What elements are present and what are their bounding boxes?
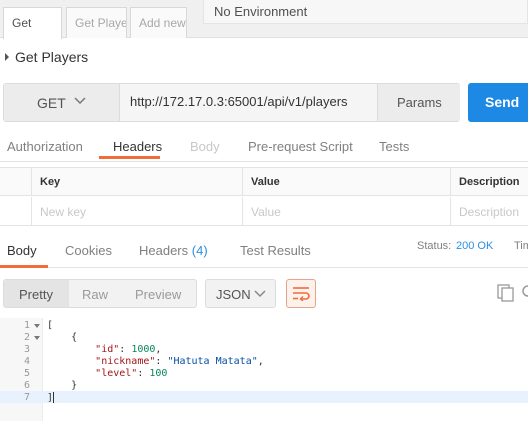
raw-button[interactable]: Raw: [82, 287, 108, 302]
tab-authorization[interactable]: Authorization: [7, 139, 83, 154]
status-value: 200 OK: [456, 240, 494, 252]
json-value: 1000: [131, 344, 156, 355]
tab-response-headers-label: Headers: [139, 243, 189, 258]
line-number: 5: [23, 368, 30, 379]
format-type-select[interactable]: JSON: [205, 279, 276, 308]
response-body-editor[interactable]: 1 2 3 4 5 6 7 [ { "id": 1000, "nickname"…: [0, 318, 528, 421]
json-separator: :: [119, 344, 132, 355]
tab-body[interactable]: Body: [190, 139, 220, 154]
active-line-highlight: [0, 391, 528, 403]
json-value: 100: [149, 368, 168, 379]
request-tab-label: Add new: [139, 16, 186, 30]
json-comma: ,: [155, 344, 162, 355]
headers-table: Key Value Description New key Value Desc…: [0, 167, 528, 226]
request-tab-label: Get: [12, 16, 32, 30]
params-label: Params: [397, 95, 442, 110]
line-number: 6: [23, 380, 30, 391]
tab-response-headers[interactable]: Headers (4): [139, 243, 208, 258]
column-header-description: Description: [451, 167, 528, 196]
params-button[interactable]: Params: [377, 84, 460, 121]
line-number: 2: [23, 332, 30, 343]
description-input[interactable]: Description: [451, 197, 528, 226]
preview-button[interactable]: Preview: [135, 287, 181, 302]
tab-response-body[interactable]: Body: [7, 243, 37, 258]
request-tab-get-players[interactable]: Get Players: [66, 7, 127, 38]
send-button[interactable]: Send: [468, 83, 528, 122]
wrap-lines-icon: [293, 287, 310, 301]
code-line: "level": 100: [47, 368, 167, 380]
environment-label: No Environment: [214, 4, 308, 19]
code-line: "nickname": "Hatuta Matata",: [47, 356, 264, 368]
copy-icon[interactable]: [497, 284, 515, 302]
request-name[interactable]: Get Players: [15, 49, 88, 65]
fold-arrow-icon[interactable]: [34, 336, 40, 340]
line-number: 4: [23, 356, 30, 367]
active-tab-indicator: [99, 156, 160, 159]
pretty-button[interactable]: Pretty: [19, 287, 53, 302]
json-key: "level": [95, 368, 138, 379]
collapse-caret-icon[interactable]: [5, 53, 9, 61]
request-section-tabs: Authorization Headers Body Pre-request S…: [0, 133, 528, 162]
request-tab-bar: Get Get Players Add new No Environment: [0, 0, 528, 39]
format-type-label: JSON: [216, 287, 251, 302]
tab-pre-request-script[interactable]: Pre-request Script: [248, 139, 353, 154]
url-input[interactable]: http://172.17.0.3:65001/api/v1/players: [130, 94, 348, 109]
json-comma: ,: [257, 356, 264, 367]
checkbox-column-header: [0, 167, 32, 196]
line-number: 3: [23, 344, 30, 355]
line-number: 7: [23, 392, 30, 403]
tab-response-cookies[interactable]: Cookies: [65, 243, 112, 258]
code-line: }: [47, 380, 78, 391]
line-number: 1: [23, 320, 30, 331]
request-tab-add-new[interactable]: Add new: [130, 7, 187, 38]
json-key: "id": [95, 344, 120, 355]
request-tab-get[interactable]: Get: [3, 7, 62, 39]
key-input[interactable]: New key: [32, 197, 243, 226]
code-line: ]: [47, 392, 55, 404]
text-cursor: [53, 392, 55, 403]
json-value: "Hatuta Matata": [167, 356, 258, 367]
status-label: Status:: [417, 240, 452, 252]
value-input[interactable]: Value: [243, 197, 451, 226]
code-line: {: [47, 332, 78, 343]
format-button-group: Pretty Raw Preview: [3, 279, 197, 308]
code-line: [: [47, 320, 54, 331]
chevron-down-icon: [254, 290, 266, 298]
code-line: "id": 1000,: [47, 344, 161, 356]
column-header-key: Key: [32, 167, 243, 196]
search-icon[interactable]: [520, 284, 528, 302]
request-name-row: Get Players: [0, 44, 528, 70]
wrap-lines-button[interactable]: [286, 279, 316, 308]
method-select[interactable]: GET: [4, 84, 120, 121]
tab-headers[interactable]: Headers: [113, 139, 162, 154]
send-label: Send: [485, 94, 520, 110]
json-key: "nickname": [95, 356, 156, 367]
chevron-down-icon: [74, 97, 86, 105]
environment-select[interactable]: No Environment: [203, 0, 528, 24]
headers-count-badge: (4): [191, 243, 208, 258]
url-bar: GET http://172.17.0.3:65001/api/v1/playe…: [3, 83, 460, 122]
fold-arrow-icon[interactable]: [34, 324, 40, 328]
active-response-tab-indicator: [0, 265, 48, 268]
json-separator: :: [155, 356, 168, 367]
row-checkbox-cell: [0, 197, 32, 226]
json-separator: :: [137, 368, 150, 379]
tab-tests[interactable]: Tests: [379, 139, 409, 154]
method-label: GET: [37, 95, 66, 111]
column-header-value: Value: [243, 167, 451, 196]
tab-response-test-results[interactable]: Test Results: [240, 243, 311, 258]
request-tab-label: Get Players: [75, 16, 127, 30]
time-label: Tim: [514, 240, 528, 252]
